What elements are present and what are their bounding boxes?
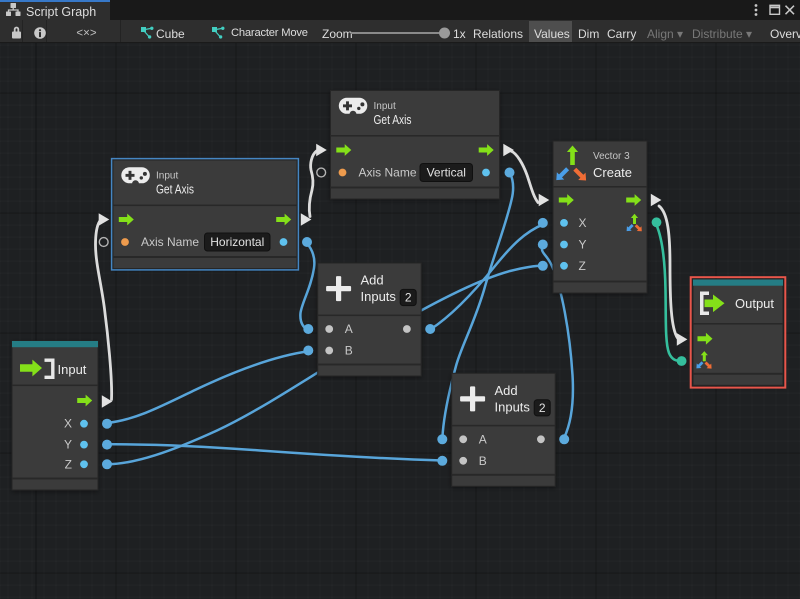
svg-text:Add: Add <box>361 273 384 288</box>
svg-text:Z: Z <box>65 457 72 471</box>
svg-text:Vector 3: Vector 3 <box>593 151 630 162</box>
svg-text:Input: Input <box>374 101 396 112</box>
svg-text:Input: Input <box>58 362 87 377</box>
svg-text:2: 2 <box>405 291 412 305</box>
svg-text:Y: Y <box>64 438 72 452</box>
svg-text:<×>: <×> <box>76 28 96 40</box>
svg-text:Z: Z <box>579 259 586 273</box>
svg-text:Horizontal: Horizontal <box>210 235 264 249</box>
svg-text:X: X <box>579 216 587 230</box>
svg-text:Get Axis: Get Axis <box>156 181 194 196</box>
svg-text:Axis Name: Axis Name <box>359 166 417 180</box>
svg-text:Get Axis: Get Axis <box>374 112 412 127</box>
svg-text:2: 2 <box>539 401 546 415</box>
svg-text:Create: Create <box>593 165 632 180</box>
svg-text:Inputs: Inputs <box>361 289 397 304</box>
svg-text:Add: Add <box>495 383 518 398</box>
svg-text:B: B <box>479 454 487 468</box>
svg-text:Inputs: Inputs <box>495 400 531 415</box>
svg-text:Input: Input <box>156 170 178 181</box>
svg-text:A: A <box>345 322 353 336</box>
svg-text:B: B <box>345 344 353 358</box>
svg-text:X: X <box>64 417 72 431</box>
svg-text:Output: Output <box>735 296 774 311</box>
svg-text:A: A <box>479 432 487 446</box>
svg-text:Axis Name: Axis Name <box>141 235 199 249</box>
svg-text:Vertical: Vertical <box>427 166 466 180</box>
svg-text:Y: Y <box>579 238 587 252</box>
